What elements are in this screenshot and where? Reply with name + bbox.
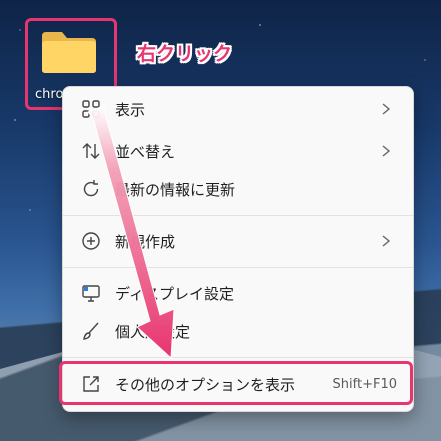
menu-separator <box>63 357 413 358</box>
sort-icon <box>79 139 103 163</box>
menu-item-label: ディスプレイ設定 <box>115 284 234 303</box>
menu-item-view[interactable]: 表示 <box>69 89 407 129</box>
annotation-right-click: 右クリック <box>137 43 233 65</box>
menu-separator <box>63 267 413 268</box>
chevron-right-icon <box>382 145 391 157</box>
menu-separator <box>63 215 413 216</box>
menu-item-new[interactable]: 新規作成 <box>69 221 407 261</box>
grid-icon <box>79 97 103 121</box>
menu-item-label: 新規作成 <box>115 232 176 251</box>
chevron-right-icon <box>382 235 391 247</box>
folder-label: chro <box>35 87 64 102</box>
highlight-frame <box>59 361 413 405</box>
menu-item-personalize[interactable]: 個人用設定 <box>69 311 407 351</box>
refresh-icon <box>79 177 103 201</box>
menu-item-label: 表示 <box>115 100 146 119</box>
folder-icon <box>42 32 96 73</box>
menu-item-label: 個人用設定 <box>115 322 191 341</box>
menu-item-refresh[interactable]: 最新の情報に更新 <box>69 169 407 209</box>
menu-item-label: 最新の情報に更新 <box>115 180 236 199</box>
brush-icon <box>79 319 103 343</box>
menu-item-display-settings[interactable]: ディスプレイ設定 <box>69 273 407 313</box>
menu-item-label: 並べ替え <box>115 142 176 161</box>
add-circle-icon <box>79 229 103 253</box>
display-icon <box>79 281 103 305</box>
chevron-right-icon <box>382 103 391 115</box>
menu-item-sort[interactable]: 並べ替え <box>69 131 407 171</box>
